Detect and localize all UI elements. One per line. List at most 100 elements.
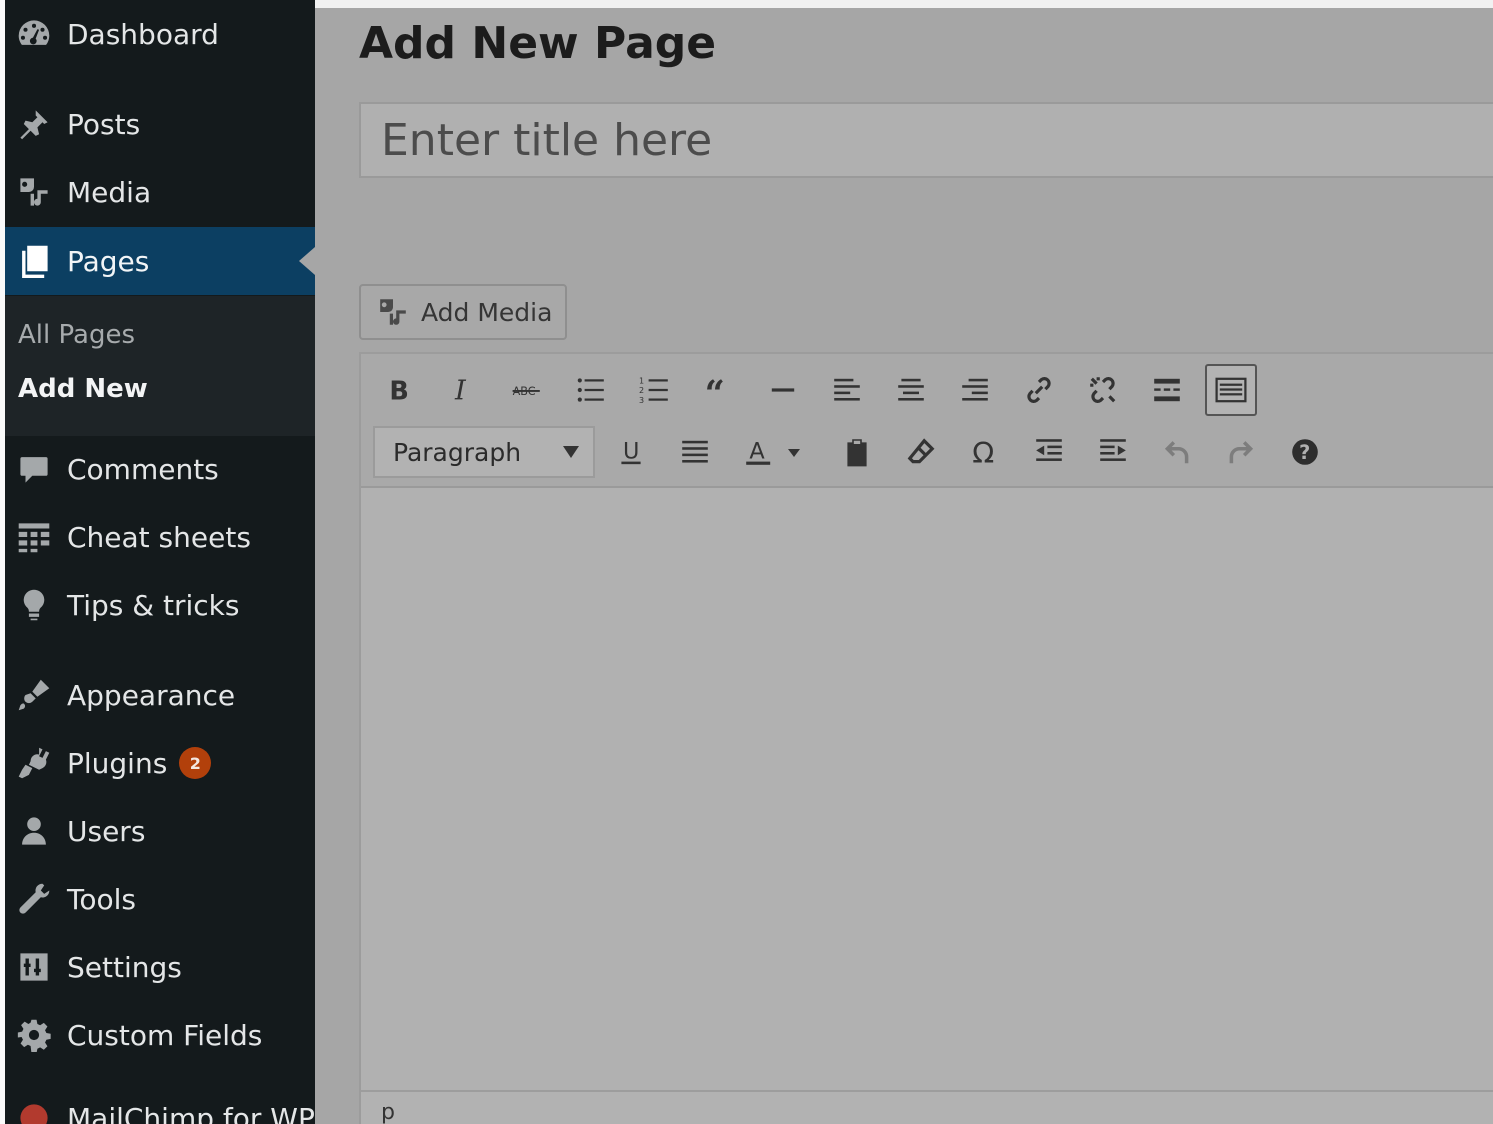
align-right-button[interactable] <box>949 364 1001 416</box>
align-center-button[interactable] <box>885 364 937 416</box>
numbered-list-icon: 123 <box>639 377 668 405</box>
align-right-icon <box>962 378 988 401</box>
submenu-all-pages[interactable]: All Pages <box>18 320 135 350</box>
sidebar-item-label: Custom Fields <box>67 1018 263 1052</box>
main-content: Add New Page Add Media B I ABC <box>315 0 1493 1124</box>
toolbar-toggle-button[interactable] <box>1205 364 1257 416</box>
sidebar-item-tips[interactable]: Tips & tricks <box>5 577 315 633</box>
bulleted-list-button[interactable] <box>565 364 617 416</box>
add-media-button[interactable]: Add Media <box>359 284 567 340</box>
bulleted-list-icon <box>577 378 604 402</box>
format-select-value: Paragraph <box>393 437 522 467</box>
dashboard-icon <box>5 6 57 62</box>
svg-text:U: U <box>623 438 639 464</box>
sidebar-item-label: Tools <box>67 882 136 916</box>
sidebar-item-label: Dashboard <box>67 17 219 51</box>
insert-link-button[interactable] <box>1013 364 1065 416</box>
increase-indent-button[interactable] <box>1087 426 1139 478</box>
paragraph-format-select[interactable]: Paragraph <box>373 426 595 478</box>
omega-icon: Ω <box>972 436 994 468</box>
bold-button[interactable]: B <box>373 364 425 416</box>
read-more-icon <box>1154 378 1180 402</box>
help-icon: ? <box>1292 439 1318 465</box>
sidebar-item-mailchimp[interactable]: MailChimp for WP <box>5 1090 315 1124</box>
gear-icon <box>5 1007 57 1063</box>
text-color-button[interactable]: A <box>733 426 785 478</box>
outdent-icon <box>1036 439 1062 461</box>
editor-statusbar: p <box>361 1090 1493 1124</box>
clear-formatting-button[interactable] <box>895 426 947 478</box>
chevron-down-icon <box>788 449 800 457</box>
svg-text:2: 2 <box>639 386 644 395</box>
blockquote-button[interactable]: “ <box>693 364 745 416</box>
sidebar-item-tools[interactable]: Tools <box>5 871 315 927</box>
svg-text:I: I <box>454 376 467 406</box>
plug-icon <box>5 735 57 791</box>
sidebar-item-pages[interactable]: Pages <box>5 227 315 295</box>
svg-text:“: “ <box>705 374 725 406</box>
align-left-button[interactable] <box>821 364 873 416</box>
quote-icon: “ <box>705 374 725 406</box>
wrench-icon <box>5 871 57 927</box>
svg-text:3: 3 <box>639 396 644 405</box>
comment-icon <box>5 441 57 497</box>
paste-as-text-button[interactable] <box>831 426 883 478</box>
sidebar-item-cheat-sheets[interactable]: Cheat sheets <box>5 509 315 565</box>
sidebar-item-label: Posts <box>67 107 141 141</box>
user-icon <box>5 803 57 859</box>
paintbrush-icon <box>5 667 57 723</box>
sidebar-item-label: Comments <box>67 452 219 486</box>
settings-icon <box>5 939 57 995</box>
admin-sidebar: Dashboard Posts Media Pages All Pages Ad… <box>0 0 315 1124</box>
undo-button[interactable] <box>1151 426 1203 478</box>
special-character-button[interactable]: Ω <box>959 426 1011 478</box>
horizontal-line-button[interactable] <box>757 364 809 416</box>
submenu-add-new[interactable]: Add New <box>18 374 148 404</box>
unlink-icon <box>1090 377 1116 403</box>
justify-icon <box>682 440 708 463</box>
sidebar-item-settings[interactable]: Settings <box>5 939 315 995</box>
sidebar-item-media[interactable]: Media <box>5 164 315 220</box>
top-bar-edge <box>315 0 1493 8</box>
numbered-list-button[interactable]: 123 <box>629 364 681 416</box>
sidebar-item-posts[interactable]: Posts <box>5 96 315 152</box>
sidebar-item-comments[interactable]: Comments <box>5 441 315 497</box>
sidebar-item-label: Settings <box>67 950 182 984</box>
pushpin-icon <box>5 96 57 152</box>
align-center-icon <box>898 378 924 401</box>
svg-text:Ω: Ω <box>972 436 994 468</box>
underline-icon: U <box>621 438 641 464</box>
italic-button[interactable]: I <box>437 364 489 416</box>
element-path[interactable]: p <box>381 1100 395 1124</box>
underline-button[interactable]: U <box>605 426 657 478</box>
align-left-icon <box>834 378 860 401</box>
editor-toolbar: B I ABC 123 “ Paragraph U A Ω ? <box>361 354 1493 488</box>
decrease-indent-button[interactable] <box>1023 426 1075 478</box>
strikethrough-button[interactable]: ABC <box>501 364 553 416</box>
sidebar-item-custom-fields[interactable]: Custom Fields <box>5 1007 315 1063</box>
redo-button[interactable] <box>1215 426 1267 478</box>
sidebar-item-plugins[interactable]: Plugins 2 <box>5 735 315 791</box>
keyboard-shortcuts-button[interactable]: ? <box>1279 426 1331 478</box>
lightbulb-icon <box>5 577 57 633</box>
sidebar-item-dashboard[interactable]: Dashboard <box>5 6 315 62</box>
grid-icon <box>5 509 57 565</box>
text-color-dropdown[interactable] <box>779 426 809 478</box>
sidebar-item-appearance[interactable]: Appearance <box>5 667 315 723</box>
post-title-input[interactable] <box>359 102 1493 178</box>
svg-text:?: ? <box>1299 441 1310 464</box>
sidebar-item-label: MailChimp for WP <box>67 1101 315 1124</box>
sidebar-item-label: Users <box>67 814 146 848</box>
justify-button[interactable] <box>669 426 721 478</box>
strikethrough-icon: ABC <box>512 385 540 398</box>
content-editor: B I ABC 123 “ Paragraph U A Ω ? p <box>359 352 1493 1124</box>
pages-icon <box>5 233 57 289</box>
sidebar-item-users[interactable]: Users <box>5 803 315 859</box>
plugins-update-badge: 2 <box>179 747 212 779</box>
clipboard-icon <box>847 439 867 467</box>
svg-text:B: B <box>389 377 409 406</box>
read-more-button[interactable] <box>1141 364 1193 416</box>
redo-icon <box>1229 441 1254 464</box>
page-title: Add New Page <box>359 18 717 69</box>
remove-link-button[interactable] <box>1077 364 1129 416</box>
